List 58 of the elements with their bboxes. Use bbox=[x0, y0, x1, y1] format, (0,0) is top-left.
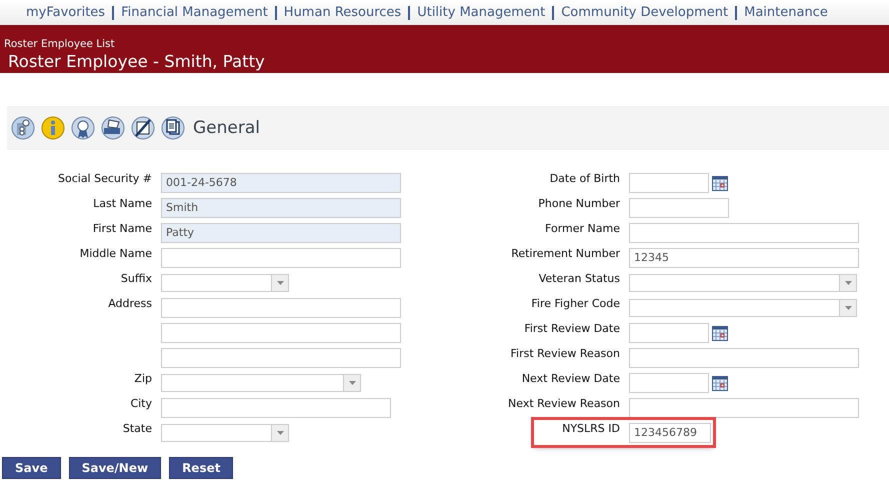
date-field[interactable] bbox=[629, 172, 709, 192]
nav-link[interactable]: myFavorites bbox=[26, 5, 106, 20]
calendar-icon[interactable] bbox=[712, 374, 728, 390]
field-label: First Review Reason bbox=[510, 347, 620, 360]
input-field[interactable] bbox=[161, 322, 401, 342]
award-ribbon-icon[interactable] bbox=[71, 116, 95, 140]
page-title: Roster Employee - Smith, Patty bbox=[8, 52, 266, 71]
form-button[interactable]: Reset bbox=[169, 457, 234, 479]
input-field[interactable] bbox=[161, 298, 401, 318]
date-field[interactable] bbox=[629, 372, 709, 392]
field-label: Address bbox=[108, 297, 152, 310]
field-label: Middle Name bbox=[80, 247, 152, 260]
dropdown-field[interactable] bbox=[161, 424, 289, 442]
field-label: State bbox=[122, 422, 152, 435]
nav-link[interactable]: Human Resources bbox=[284, 5, 402, 20]
dropdown-field[interactable] bbox=[161, 374, 361, 392]
nav-link[interactable]: Maintenance bbox=[744, 5, 828, 20]
nav-link[interactable]: Financial Management bbox=[121, 5, 268, 20]
input-field[interactable] bbox=[161, 398, 391, 418]
field-label: First Review Date bbox=[524, 322, 620, 335]
dropdown-field[interactable] bbox=[161, 274, 289, 292]
input-field[interactable] bbox=[161, 348, 401, 368]
field-label: NYSLRS ID bbox=[562, 422, 620, 435]
field-label: Phone Number bbox=[538, 197, 620, 210]
input-field[interactable] bbox=[629, 348, 859, 368]
nav-link[interactable]: Community Development bbox=[561, 5, 728, 20]
documents-icon[interactable] bbox=[161, 116, 185, 140]
field-label: First Name bbox=[92, 222, 152, 235]
breadcrumb-link[interactable]: Roster Employee List bbox=[4, 38, 115, 50]
input-field[interactable] bbox=[629, 198, 729, 218]
calendar-icon[interactable] bbox=[712, 174, 728, 190]
field-label: City bbox=[130, 397, 152, 410]
dropdown-field[interactable] bbox=[629, 298, 857, 316]
section-title: General bbox=[193, 118, 260, 138]
field-label: Fire Figher Code bbox=[531, 297, 620, 310]
dropdown-field[interactable] bbox=[629, 274, 857, 292]
nav-link[interactable]: Utility Management bbox=[417, 5, 546, 20]
field-label: Social Security # bbox=[58, 172, 152, 185]
date-field[interactable] bbox=[629, 322, 709, 342]
field-label: Former Name bbox=[545, 222, 620, 235]
input-field[interactable] bbox=[161, 248, 401, 268]
input-field[interactable]: 12345 bbox=[629, 248, 859, 268]
input-field[interactable]: 123456789 bbox=[629, 422, 711, 442]
field-label: Date of Birth bbox=[550, 172, 620, 185]
field-label: Zip bbox=[134, 372, 152, 385]
field-label: Suffix bbox=[120, 272, 152, 285]
input-field[interactable] bbox=[629, 398, 859, 418]
info-icon[interactable] bbox=[41, 116, 65, 140]
field-label: Next Review Reason bbox=[508, 397, 620, 410]
form-button[interactable]: Save bbox=[2, 457, 61, 479]
field-label: Last Name bbox=[93, 197, 152, 210]
field-label: Veteran Status bbox=[538, 272, 620, 285]
field-label: Next Review Date bbox=[522, 372, 620, 385]
form-button[interactable]: Save/New bbox=[68, 457, 162, 479]
input-field[interactable] bbox=[629, 222, 859, 242]
calendar-icon[interactable] bbox=[712, 324, 728, 340]
field-label: Retirement Number bbox=[511, 247, 620, 260]
printer-icon[interactable] bbox=[101, 116, 125, 140]
